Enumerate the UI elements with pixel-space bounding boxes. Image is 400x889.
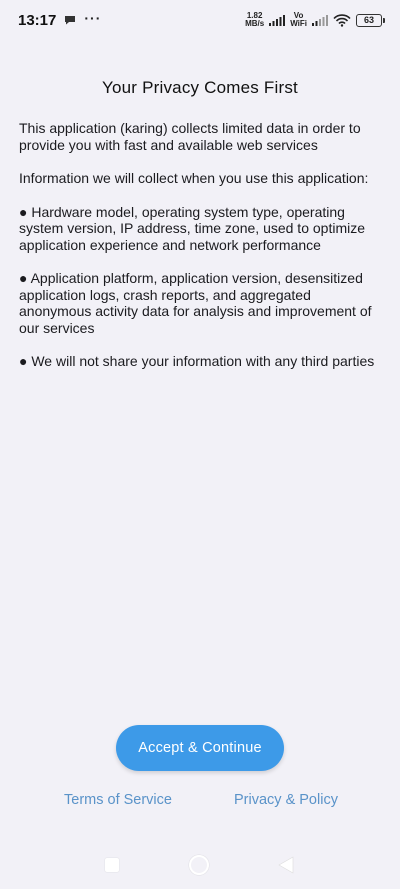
cellular-signal-2-icon: [312, 14, 328, 26]
privacy-content: This application (karing) collects limit…: [19, 120, 385, 387]
vowifi-indicator: Vo WiFi: [290, 12, 307, 28]
intro-text: This application (karing) collects limit…: [19, 120, 361, 153]
more-notifications-icon: ···: [84, 10, 102, 26]
network-speed: 1.82 MB/s: [245, 12, 264, 28]
vowifi-bottom: WiFi: [290, 19, 307, 28]
status-time: 13:17: [18, 11, 57, 29]
wifi-icon: [333, 13, 351, 27]
bullet-no-sharing: ● We will not share your information wit…: [19, 353, 375, 369]
recents-button[interactable]: [105, 858, 119, 872]
terms-of-service-link[interactable]: Terms of Service: [64, 792, 172, 808]
battery-level: 63: [363, 15, 374, 25]
privacy-screen: 13:17 ··· 1.82 MB/s Vo WiFi 63 Your Priv…: [0, 0, 400, 889]
back-button[interactable]: [278, 856, 294, 874]
privacy-policy-link[interactable]: Privacy & Policy: [234, 792, 338, 808]
cellular-signal-icon: [269, 14, 286, 26]
page-title: Your Privacy Comes First: [102, 78, 298, 97]
status-bar: 13:17 ··· 1.82 MB/s Vo WiFi 63: [0, 0, 400, 40]
status-bar-right: 1.82 MB/s Vo WiFi 63: [245, 12, 385, 28]
bullet-application: ● Application platform, application vers…: [19, 270, 372, 336]
home-button[interactable]: [189, 855, 209, 875]
accept-continue-button[interactable]: Accept & Continue: [116, 725, 284, 771]
message-bubble-icon: [65, 16, 76, 25]
network-speed-unit: MB/s: [245, 19, 265, 28]
status-bar-left: 13:17 ···: [18, 10, 102, 29]
collect-heading: Information we will collect when you use…: [19, 170, 369, 186]
bullet-hardware: ● Hardware model, operating system type,…: [19, 203, 366, 253]
battery-icon: 63: [356, 13, 385, 27]
